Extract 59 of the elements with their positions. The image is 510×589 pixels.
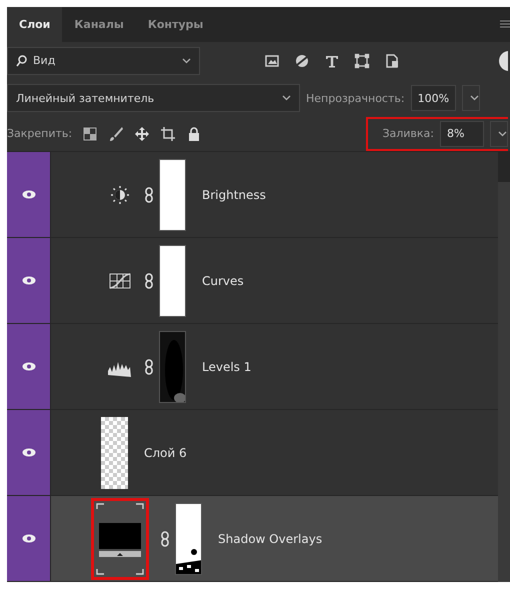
blend-mode-dropdown[interactable]: Линейный затемнитель bbox=[7, 84, 300, 112]
chevron-icon bbox=[470, 95, 480, 102]
lock-transparency-icon[interactable] bbox=[82, 126, 98, 142]
layer-mask-thumbnail[interactable] bbox=[159, 244, 186, 317]
chevron-icon bbox=[282, 95, 291, 102]
adjustment-filter-icon[interactable] bbox=[294, 52, 310, 69]
search-icon bbox=[16, 54, 27, 67]
panel-tab[interactable]: Каналы bbox=[62, 7, 136, 42]
menu-icon[interactable] bbox=[500, 19, 510, 30]
eye-icon[interactable] bbox=[22, 534, 36, 544]
filter-toggle-icon[interactable] bbox=[498, 50, 508, 72]
visibility-toggle[interactable] bbox=[7, 410, 51, 496]
opacity-label: Непрозрачность: bbox=[306, 92, 405, 105]
crop-icon[interactable] bbox=[160, 126, 176, 142]
layer-mask-thumbnail[interactable] bbox=[159, 158, 186, 231]
fill-label: Заливка: bbox=[382, 127, 434, 140]
image-filter-icon[interactable] bbox=[264, 52, 280, 69]
link-icon bbox=[145, 272, 153, 289]
layer-thumbnail[interactable] bbox=[101, 416, 128, 489]
layer-row[interactable]: Слой 6 bbox=[7, 410, 498, 496]
link-icon bbox=[145, 358, 153, 375]
filter-dropdown[interactable]: Вид bbox=[7, 46, 200, 75]
chevron-icon bbox=[182, 58, 191, 64]
fill-field[interactable]: 8% bbox=[440, 120, 484, 147]
layer-name: Curves bbox=[202, 274, 244, 288]
layer-mask-thumbnail[interactable] bbox=[159, 330, 186, 403]
smart-object-filter-icon[interactable] bbox=[384, 52, 400, 69]
layer-row[interactable]: Brightness bbox=[7, 152, 498, 238]
layer-row[interactable]: Curves bbox=[7, 238, 498, 324]
brush-icon[interactable] bbox=[108, 126, 124, 142]
layer-name: Shadow Overlays bbox=[218, 532, 322, 546]
move-icon[interactable] bbox=[134, 126, 150, 142]
layer-name: Слой 6 bbox=[144, 446, 187, 460]
layer-name: Brightness bbox=[202, 188, 266, 202]
panel-tab[interactable]: Слои bbox=[7, 7, 62, 42]
visibility-toggle[interactable] bbox=[7, 496, 51, 582]
layer-mask-thumbnail[interactable] bbox=[175, 502, 202, 575]
layer-name: Levels 1 bbox=[202, 360, 252, 374]
link-icon bbox=[161, 530, 169, 547]
panel-tab[interactable]: Контуры bbox=[136, 7, 216, 42]
eye-icon[interactable] bbox=[22, 448, 36, 458]
opacity-field[interactable]: 100% bbox=[410, 85, 456, 112]
visibility-toggle[interactable] bbox=[7, 238, 51, 324]
lock-label: Закрепить: bbox=[7, 127, 72, 140]
scrollbar[interactable] bbox=[498, 152, 510, 582]
chevron-icon bbox=[498, 130, 507, 137]
layer-thumbnail[interactable] bbox=[91, 498, 149, 580]
eye-icon[interactable] bbox=[22, 362, 36, 372]
fill-dropdown-button[interactable] bbox=[490, 120, 508, 147]
eye-icon[interactable] bbox=[22, 190, 36, 200]
shape-filter-icon[interactable] bbox=[354, 52, 370, 69]
eye-icon[interactable] bbox=[22, 276, 36, 286]
visibility-toggle[interactable] bbox=[7, 152, 51, 238]
layer-row[interactable]: Levels 1 bbox=[7, 324, 498, 410]
layer-row[interactable]: Shadow Overlays bbox=[7, 496, 498, 582]
link-icon bbox=[145, 186, 153, 203]
curves-adjustment-icon bbox=[107, 270, 133, 291]
opacity-dropdown-button[interactable] bbox=[462, 85, 480, 112]
visibility-toggle[interactable] bbox=[7, 324, 51, 410]
